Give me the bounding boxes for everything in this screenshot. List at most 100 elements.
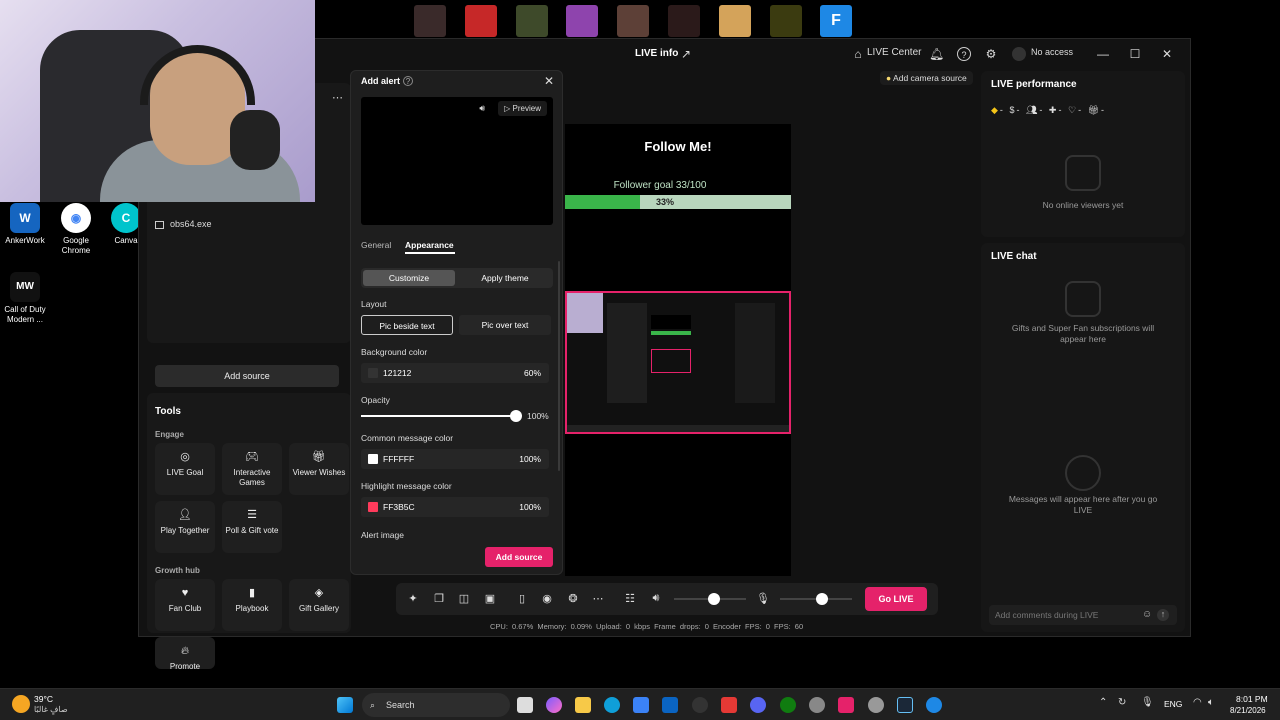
copilot-icon[interactable]: [546, 697, 562, 713]
sync-icon[interactable]: ↻: [1118, 697, 1126, 708]
tool-label: Playbook: [235, 604, 269, 614]
volume-tray-icon[interactable]: 🔈︎: [1208, 697, 1214, 708]
desktop-icon-ankerwork[interactable]: W AnkerWork: [0, 203, 53, 246]
tool-viewer-wishes[interactable]: 🎁︎ Viewer Wishes: [289, 443, 349, 495]
tool-gift-gallery[interactable]: ◈ Gift Gallery: [289, 579, 349, 631]
close-icon[interactable]: ✕: [1160, 47, 1174, 61]
game-shortcut-icon[interactable]: [719, 5, 751, 37]
background-color-value: 121212: [383, 368, 412, 378]
tab-appearance[interactable]: Appearance: [405, 240, 454, 250]
outlook-icon[interactable]: [662, 697, 678, 713]
opacity-slider-track[interactable]: [361, 415, 513, 417]
task-view-icon[interactable]: [517, 697, 533, 713]
desktop-icon-call-of-duty[interactable]: MW Call of Duty Modern ...: [0, 272, 53, 324]
discord-icon[interactable]: [750, 697, 766, 713]
background-color-field[interactable]: 121212 60%: [361, 363, 549, 383]
tool-promote[interactable]: 🔥︎ Promote: [155, 637, 215, 671]
xbox-icon[interactable]: [780, 697, 796, 713]
among-us-shortcut-icon[interactable]: [465, 5, 497, 37]
share-icon[interactable]: ↗: [679, 47, 693, 61]
wifi-icon[interactable]: ◠: [1193, 697, 1202, 708]
microphone: [230, 110, 280, 170]
tiktok-live-studio-icon[interactable]: [838, 697, 854, 713]
speaker-volume-handle[interactable]: [708, 593, 720, 605]
tab-general[interactable]: General: [361, 240, 391, 250]
bell-icon[interactable]: 🔔︎: [929, 47, 944, 61]
more-icon[interactable]: ⋯: [332, 91, 343, 104]
game-shortcut-icon[interactable]: [566, 5, 598, 37]
record-icon[interactable]: ◉: [540, 592, 554, 605]
add-source-button[interactable]: Add source: [485, 547, 553, 567]
speaker-icon[interactable]: 🔊︎: [649, 592, 663, 605]
github-icon[interactable]: [692, 697, 708, 713]
game-shortcut-icon[interactable]: [617, 5, 649, 37]
maximize-icon[interactable]: ☐: [1128, 47, 1142, 61]
game-shortcut-icon[interactable]: [770, 5, 802, 37]
mic-volume-handle[interactable]: [816, 593, 828, 605]
weather-icon[interactable]: [12, 695, 30, 713]
tool-poll-gift-vote[interactable]: ☰ Poll & Gift vote: [222, 501, 282, 553]
home-icon[interactable]: ⌂: [851, 47, 865, 61]
tool-live-goal[interactable]: ◎ LIVE Goal: [155, 443, 215, 495]
steam-settings-icon[interactable]: [868, 697, 884, 713]
game-shortcut-icon[interactable]: [516, 5, 548, 37]
go-live-button[interactable]: Go LIVE: [865, 587, 927, 611]
start-icon[interactable]: [337, 697, 353, 713]
help-icon[interactable]: ?: [957, 47, 971, 61]
layout-pic-over-text[interactable]: Pic over text: [459, 315, 551, 335]
tool-play-together[interactable]: 👤︎ Play Together: [155, 501, 215, 553]
speaker-icon[interactable]: 🔊︎: [479, 103, 485, 114]
highlight-message-color-field[interactable]: FF3B5C 100%: [361, 497, 549, 517]
more-icon[interactable]: ⋯: [591, 592, 605, 605]
game-shortcut-icon[interactable]: [414, 5, 446, 37]
layers-icon[interactable]: ❐: [432, 592, 446, 605]
screen-icon[interactable]: ▣: [483, 592, 497, 605]
desktop-icon-chrome[interactable]: ◉ Google Chrome: [48, 203, 104, 255]
tool-fan-club[interactable]: ♥ Fan Club: [155, 579, 215, 631]
tool-playbook[interactable]: ▮ Playbook: [222, 579, 282, 631]
apply-theme-segment[interactable]: Apply theme: [459, 270, 551, 286]
live-center-link[interactable]: LIVE Center: [867, 47, 921, 58]
game-shortcut-icon[interactable]: [668, 5, 700, 37]
file-explorer-icon[interactable]: [575, 697, 591, 713]
adjust-icon[interactable]: ☷: [623, 592, 637, 605]
layout-pic-beside-text[interactable]: Pic beside text: [361, 315, 453, 335]
camera-icon[interactable]: ◫: [457, 592, 471, 605]
taskbar-search[interactable]: ⌕ Search: [362, 693, 510, 717]
scene-preview[interactable]: Follow Me! Follower goal 33/100 33%: [565, 124, 791, 576]
info-icon[interactable]: ?: [403, 76, 413, 86]
microphone-tray-icon[interactable]: 🎙︎: [1141, 697, 1154, 708]
phone-icon[interactable]: ▯: [515, 592, 529, 605]
magic-wand-icon[interactable]: ✦: [406, 592, 420, 605]
emoji-icon[interactable]: ☺: [1142, 609, 1152, 620]
edge-icon[interactable]: [604, 697, 620, 713]
send-icon[interactable]: ↑: [1157, 609, 1169, 621]
nested-screen-capture[interactable]: [565, 291, 791, 434]
avatar-icon[interactable]: [1012, 47, 1026, 61]
opacity-slider-handle[interactable]: [510, 410, 522, 422]
settings-icon[interactable]: [809, 697, 825, 713]
preview-button[interactable]: ▷ Preview: [498, 101, 547, 116]
clock-time[interactable]: 8:01 PM: [1236, 694, 1268, 704]
gear-icon[interactable]: ⚙: [984, 47, 998, 61]
common-message-color-field[interactable]: FFFFFF 100%: [361, 449, 549, 469]
fortnite-shortcut-icon[interactable]: F: [820, 5, 852, 37]
microphone-icon[interactable]: 🎙︎: [756, 592, 770, 605]
dialog-scrollbar[interactable]: [558, 261, 560, 471]
youtube-icon[interactable]: [721, 697, 737, 713]
steam-icon[interactable]: [897, 697, 913, 713]
chevron-up-icon[interactable]: ⌃: [1099, 697, 1107, 708]
minimize-icon[interactable]: —: [1096, 47, 1110, 61]
app-icon[interactable]: [926, 697, 942, 713]
store-icon[interactable]: [633, 697, 649, 713]
close-icon[interactable]: ✕: [544, 74, 554, 88]
source-item[interactable]: obs64.exe: [155, 219, 212, 229]
account-status[interactable]: No access: [1031, 47, 1073, 57]
customize-segment[interactable]: Customize: [363, 270, 455, 286]
language-indicator[interactable]: ENG: [1164, 699, 1182, 709]
effects-icon[interactable]: ❂: [566, 592, 580, 605]
add-camera-source-hint[interactable]: ● Add camera source: [880, 71, 973, 85]
tool-interactive-games[interactable]: 🎮︎ Interactive Games: [222, 443, 282, 495]
add-source-button[interactable]: Add source: [155, 365, 339, 387]
clock-date[interactable]: 8/21/2026: [1230, 706, 1266, 715]
